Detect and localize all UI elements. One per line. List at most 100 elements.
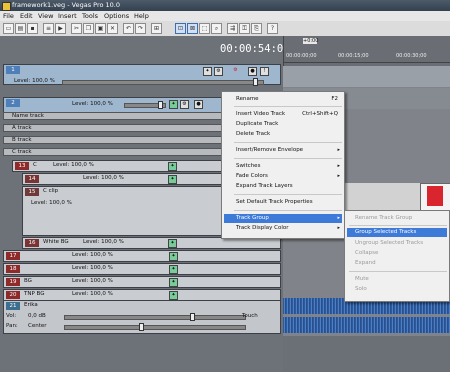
properties-icon[interactable]: ≡ (43, 23, 54, 34)
menu-file[interactable]: File (3, 12, 14, 20)
video-track-17[interactable]: 17 Level: 100,0 % ✦ (3, 250, 281, 262)
automation-icon[interactable]: ⚙ (214, 67, 223, 76)
volume-slider[interactable] (64, 313, 246, 321)
lock-envelopes-icon[interactable]: ⚿ (239, 23, 250, 34)
automation-mode[interactable]: Touch (242, 313, 258, 319)
audio-track-21[interactable]: 21 Erika Vol: 0,0 dB Pan: Center Touch (3, 300, 281, 334)
menu-insert[interactable]: Insert (58, 12, 77, 20)
timeline-ruler[interactable]: +0:00 00:00:00;00 00:00:15;00 00:00:30;0… (283, 36, 450, 66)
track-number: 16 (25, 239, 39, 247)
app-icon (2, 2, 11, 11)
snap-icon[interactable]: ⊞ (151, 23, 162, 34)
fx-icon[interactable]: ✦ (168, 162, 177, 171)
track-level-label: Level: 100,0 % (72, 291, 113, 297)
audio-waveform[interactable] (283, 317, 450, 333)
copy-icon[interactable]: ❐ (83, 23, 94, 34)
redo-icon[interactable]: ↷ (135, 23, 146, 34)
cut-icon[interactable]: ✂ (71, 23, 82, 34)
menu-help[interactable]: Help (134, 12, 149, 20)
menu-item-group-selected-tracks[interactable]: Group Selected Tracks (355, 229, 416, 235)
ruler-tick-label: 00:00:15;00 (338, 53, 369, 59)
ruler-tick-label: 00:00:00;00 (286, 53, 317, 59)
menu-item-fade-colors[interactable]: Fade Colors (236, 173, 268, 179)
menu-item-track-group[interactable]: Track Group (236, 215, 269, 221)
submenu-arrow-icon: ▸ (337, 147, 340, 153)
submenu-arrow-icon: ▸ (337, 173, 340, 179)
video-track-18[interactable]: 18 Level: 100,0 % ✦ (3, 263, 281, 275)
track-name: C clip (43, 188, 59, 194)
zoom-tool-icon[interactable]: ⌕ (211, 23, 222, 34)
fx-icon[interactable]: ✦ (169, 291, 178, 300)
fx-icon[interactable]: ✦ (168, 239, 177, 248)
submenu-arrow-icon: ▸ (337, 215, 340, 221)
track-level-label: Level: 100,0 % (83, 175, 124, 181)
menu-tools[interactable]: Tools (82, 12, 98, 20)
render-icon[interactable]: ▶ (55, 23, 66, 34)
fx-icon[interactable]: ✦ (169, 265, 178, 274)
submenu-arrow-icon: ▸ (337, 225, 340, 231)
menu-item-rename[interactable]: Rename (236, 96, 259, 102)
fx-icon[interactable]: ✦ (203, 67, 212, 76)
selection-tool-icon[interactable]: ⬚ (199, 23, 210, 34)
mute-icon[interactable]: ● (194, 100, 203, 109)
menu-item-switches[interactable]: Switches (236, 163, 260, 169)
toolbar: ▭ ▤ ▪ ≡ ▶ ✂ ❐ ▣ ✕ ↶ ↷ ⊞ ⊡ ⊠ ⬚ ⌕ ⇶ ⚿ ⎘ ? (0, 21, 450, 37)
track-number: 15 (25, 188, 39, 196)
track-number: 18 (6, 265, 20, 273)
menu-item-ungroup-selected-tracks: Ungroup Selected Tracks (355, 240, 424, 246)
fx-icon[interactable]: ✦ (169, 252, 178, 261)
menu-item-collapse: Collapse (355, 250, 379, 256)
ignore-grouping-icon[interactable]: ⎘ (251, 23, 262, 34)
menu-edit[interactable]: Edit (20, 12, 33, 20)
track-level-label: Level: 100,0 % (83, 239, 124, 245)
auto-ripple-icon[interactable]: ⇶ (227, 23, 238, 34)
video-track-19[interactable]: 19 BG Level: 100,0 % ✦ (3, 276, 281, 288)
track-level-label: Level: 100,0 % (72, 101, 113, 107)
automation-icon[interactable]: ⚙ (180, 100, 189, 109)
menu-item-track-display-color[interactable]: Track Display Color (236, 225, 289, 231)
normal-edit-tool-icon[interactable]: ⊡ (175, 23, 186, 34)
menu-item-expand: Expand (355, 260, 376, 266)
track-number: 14 (25, 175, 39, 183)
vol-label: Vol: (6, 313, 17, 319)
menu-view[interactable]: View (38, 12, 53, 20)
track-number: 13 (15, 162, 29, 170)
menu-item-delete-track[interactable]: Delete Track (236, 131, 270, 137)
menu-options[interactable]: Options (104, 12, 129, 20)
menu-item-default-properties[interactable]: Set Default Track Properties (236, 199, 313, 205)
mute-icon[interactable]: ● (248, 67, 257, 76)
save-icon[interactable]: ▪ (27, 23, 38, 34)
pan-value: Center (28, 323, 47, 329)
paste-icon[interactable]: ▣ (95, 23, 106, 34)
menu-item-envelope[interactable]: Insert/Remove Envelope (236, 147, 303, 153)
compositing-icon[interactable]: ⚙ (232, 67, 239, 74)
shortcut-label: Ctrl+Shift+Q (302, 111, 338, 117)
track-context-menu: Rename F2 Insert Video Track Ctrl+Shift+… (221, 91, 345, 239)
solo-icon[interactable]: ! (260, 67, 269, 76)
pan-slider[interactable] (64, 323, 246, 331)
fx-icon[interactable]: ✦ (169, 100, 178, 109)
menu-item-insert-video-track[interactable]: Insert Video Track (236, 111, 285, 117)
delete-icon[interactable]: ✕ (107, 23, 118, 34)
menu-item-duplicate-track[interactable]: Duplicate Track (236, 121, 278, 127)
help-icon[interactable]: ? (267, 23, 278, 34)
level-slider[interactable] (62, 78, 264, 86)
level-slider[interactable] (124, 101, 166, 109)
envelope-tool-icon[interactable]: ⊠ (187, 23, 198, 34)
clip-thumbnail-image (427, 186, 443, 206)
fx-icon[interactable]: ✦ (168, 175, 177, 184)
track-group-submenu: Rename Track Group Group Selected Tracks… (344, 210, 450, 302)
video-track-1[interactable]: 1 ✦ ⚙ ⚙ ● ! Level: 100,0 % (3, 64, 281, 86)
menu-item-expand-track-layers[interactable]: Expand Track Layers (236, 183, 293, 189)
fx-icon[interactable]: ✦ (169, 278, 178, 287)
undo-icon[interactable]: ↶ (123, 23, 134, 34)
menu-item-rename-track-group: Rename Track Group (355, 215, 413, 221)
menu-item-mute: Mute (355, 276, 369, 282)
track-level-label: Level: 100,0 % (72, 252, 113, 258)
new-icon[interactable]: ▭ (3, 23, 14, 34)
pan-label: Pan: (6, 323, 18, 329)
ruler-tick-label: 00:00:30;00 (396, 53, 427, 59)
open-icon[interactable]: ▤ (15, 23, 26, 34)
shortcut-label: F2 (331, 96, 338, 102)
volume-value: 0,0 dB (28, 313, 46, 319)
